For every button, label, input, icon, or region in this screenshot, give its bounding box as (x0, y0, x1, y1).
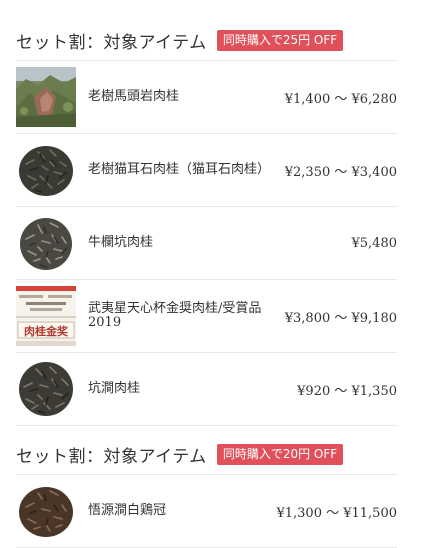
product-price: ¥3,800 〜 ¥9,180 (284, 310, 397, 326)
product-row[interactable]: 老樹馬頭岩肉桂 ¥1,400 〜 ¥6,280 (16, 61, 397, 134)
product-name: 坑澗肉桂 (88, 381, 141, 396)
product-price: ¥5,480 (351, 235, 398, 251)
product-name: 牛欄坑肉桂 (88, 235, 154, 250)
product-row[interactable]: 悟源澗白鶏冠 ¥1,300 〜 ¥11,500 (16, 475, 397, 548)
section-header: セット割：対象アイテム 同時購入で20円 OFF (16, 440, 397, 468)
section-header: セット割：対象アイテム 同時購入で25円 OFF (16, 26, 397, 54)
product-price: ¥2,350 〜 ¥3,400 (284, 164, 397, 180)
product-image-tea-leaves[interactable] (16, 213, 76, 273)
set-discount-section-2: セット割：対象アイテム 同時購入で20円 OFF 悟源澗白鶏冠 ¥1,300 〜… (16, 440, 397, 548)
section-title: セット割：対象アイテム (16, 446, 207, 467)
product-row[interactable]: 肉桂金奖 武夷星天心杯金奨肉桂/受賞品 2019 ¥3,800 〜 ¥9,180 (16, 280, 397, 353)
product-row[interactable]: 老樹猫耳石肉桂（猫耳石肉桂） ¥2,350 〜 ¥3,400 (16, 134, 397, 207)
product-image-tea-leaves[interactable] (16, 481, 76, 541)
product-image-tea-leaves[interactable] (16, 140, 76, 200)
product-price: ¥1,400 〜 ¥6,280 (284, 91, 397, 107)
set-discount-section-1: セット割：対象アイテム 同時購入で25円 OFF 老樹馬頭岩肉桂 ¥1,400 … (16, 26, 397, 426)
product-image-award-certificate[interactable]: 肉桂金奖 (16, 286, 76, 346)
product-name: 老樹馬頭岩肉桂 (88, 89, 180, 104)
section-title: セット割：対象アイテム (16, 32, 207, 53)
certificate-text: 肉桂金奖 (24, 324, 69, 338)
product-list: 悟源澗白鶏冠 ¥1,300 〜 ¥11,500 (16, 474, 397, 548)
product-row[interactable]: 坑澗肉桂 ¥920 〜 ¥1,350 (16, 353, 397, 426)
product-image-tea-leaves[interactable] (16, 359, 76, 419)
product-name: 老樹猫耳石肉桂（猫耳石肉桂） (88, 162, 271, 177)
product-name: 武夷星天心杯金奨肉桂/受賞品 2019 (88, 301, 262, 330)
product-name: 悟源澗白鶏冠 (88, 503, 167, 518)
product-list: 老樹馬頭岩肉桂 ¥1,400 〜 ¥6,280 老樹猫耳石肉桂（猫耳石肉桂） ¥… (16, 60, 397, 426)
product-image-mountain[interactable] (16, 67, 76, 127)
product-price: ¥1,300 〜 ¥11,500 (276, 505, 397, 521)
discount-badge: 同時購入で25円 OFF (216, 29, 344, 51)
discount-badge: 同時購入で20円 OFF (216, 443, 344, 465)
product-row[interactable]: 牛欄坑肉桂 ¥5,480 (16, 207, 397, 280)
product-price: ¥920 〜 ¥1,350 (297, 383, 397, 399)
